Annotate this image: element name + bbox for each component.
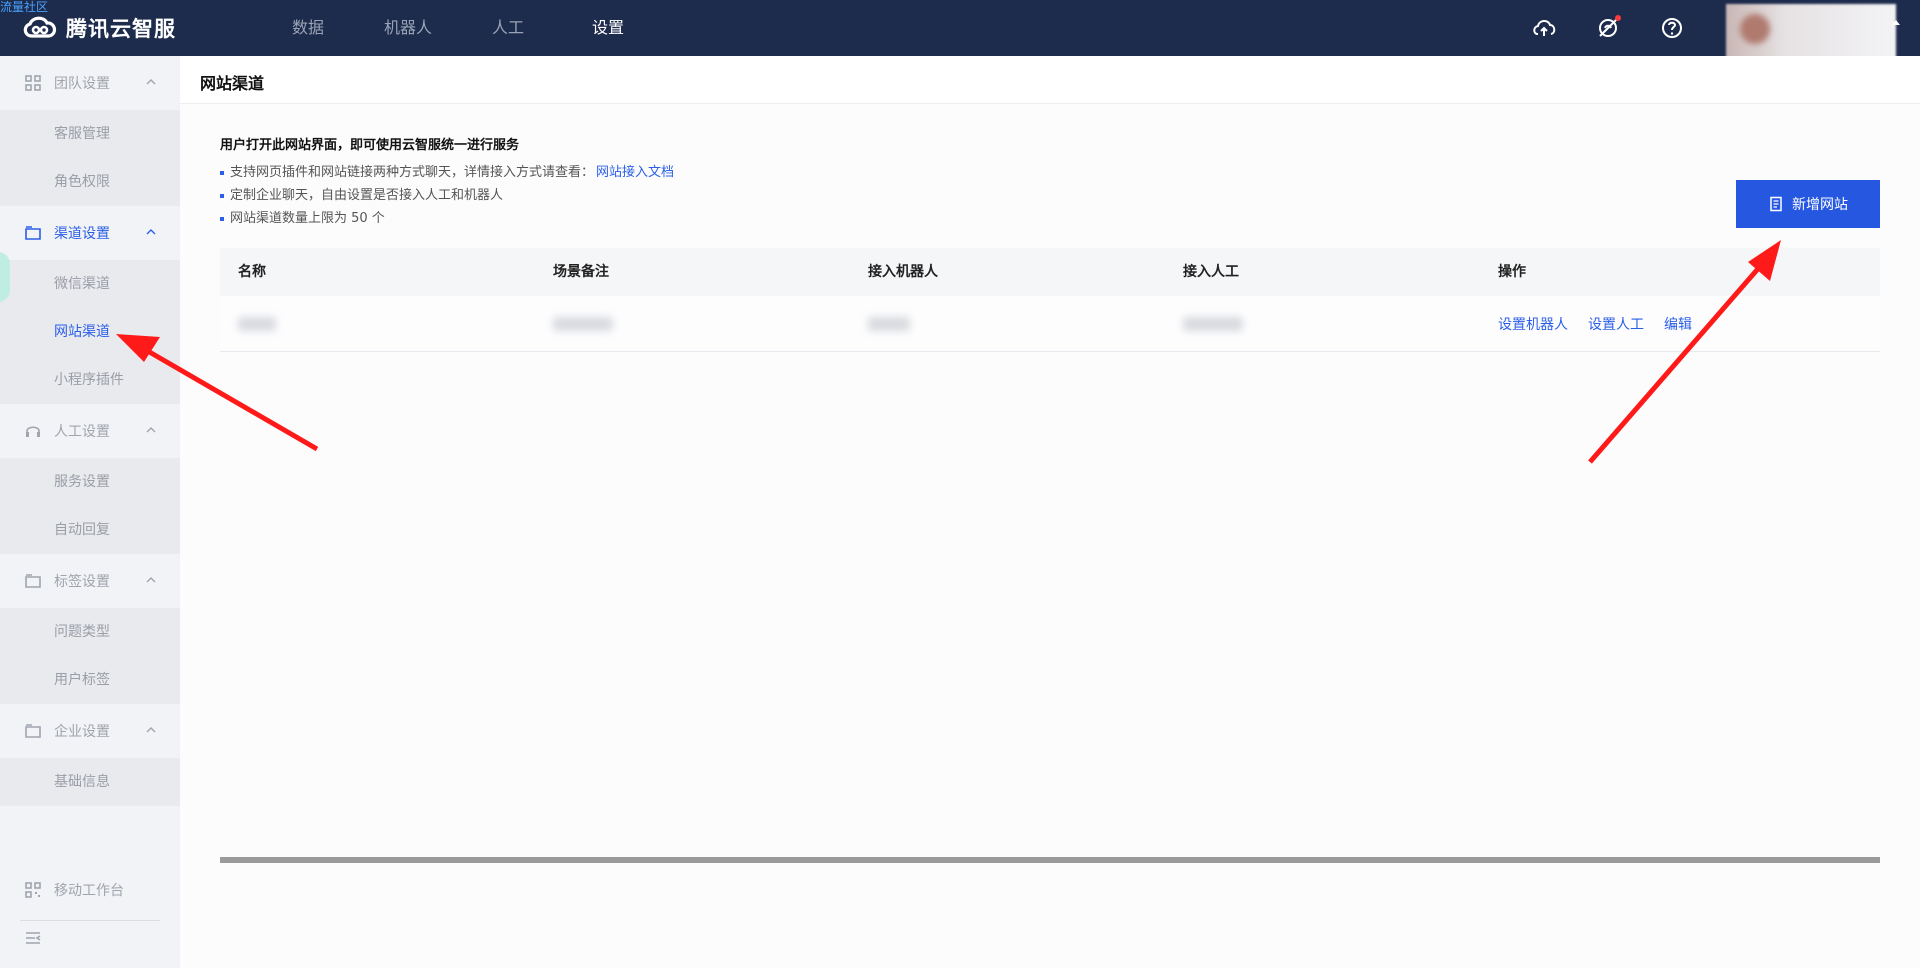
channel-description: 用户打开此网站界面，即可使用云智服统一进行服务 支持网页插件和网站链接两种方式聊… (220, 134, 674, 230)
cell-robot (850, 296, 1165, 351)
document-icon (1770, 196, 1782, 212)
table-header: 名称 场景备注 接入机器人 接入人工 操作 (220, 248, 1880, 296)
user-menu-caret[interactable] (1892, 20, 1900, 25)
qr-code-icon (25, 882, 41, 898)
chevron-up-icon (146, 727, 156, 733)
sidebar-bottom: 移动工作台 (0, 866, 180, 962)
table-row: 设置机器人 设置人工 编辑 (220, 296, 1880, 352)
cell-actions: 设置机器人 设置人工 编辑 (1480, 296, 1880, 351)
column-header-name: 名称 (238, 264, 266, 280)
sidebar-item-issue-types[interactable]: 问题类型 (0, 608, 180, 656)
sidebar-item-wechat[interactable]: 微信渠道 (0, 260, 180, 308)
sidebar-item-agents[interactable]: 客服管理 (0, 110, 180, 158)
watermark-text: 流量社区 (0, 0, 49, 14)
sidebar-group-team[interactable]: 团队设置 (0, 56, 180, 110)
top-icons (1530, 14, 1722, 42)
nav-data[interactable]: 数据 (258, 0, 358, 56)
sidebar-item-service[interactable]: 服务设置 (0, 458, 180, 506)
logo-icon (23, 16, 57, 38)
edit-link[interactable]: 编辑 (1664, 314, 1692, 334)
sidebar-divider (20, 920, 160, 921)
sidebar-item-miniprogram[interactable]: 小程序插件 (0, 356, 180, 404)
sidebar-sub-channels: 微信渠道 网站渠道 小程序插件 (0, 260, 180, 404)
cell-scene-note (535, 296, 850, 351)
bullet (220, 193, 224, 198)
cloud-upload-icon[interactable] (1530, 14, 1558, 42)
headset-icon (24, 422, 42, 440)
add-website-label: 新增网站 (1792, 197, 1848, 213)
top-bar: 腾讯云智服 流量社区 数据 机器人 人工 设置 (0, 0, 1920, 76)
chevron-up-icon (146, 79, 156, 85)
bullet (220, 170, 224, 175)
top-nav: 数据 机器人 人工 设置 (258, 0, 658, 56)
redacted-value (238, 316, 276, 331)
sidebar-group-human[interactable]: 人工设置 (0, 404, 180, 458)
sidebar-sub-tags: 问题类型 用户标签 (0, 608, 180, 704)
nav-robot[interactable]: 机器人 (358, 0, 458, 56)
nav-human[interactable]: 人工 (458, 0, 558, 56)
description-text: 支持网页插件和网站链接两种方式聊天，详情接入方式请查看： (230, 165, 595, 180)
sidebar-item-roles[interactable]: 角色权限 (0, 158, 180, 206)
sidebar-group-channels[interactable]: 渠道设置 (0, 206, 180, 260)
unread-dot (1615, 15, 1621, 21)
cell-human (1165, 296, 1480, 351)
set-robot-link[interactable]: 设置机器人 (1498, 314, 1568, 334)
description-line: 定制企业聊天，自由设置是否接入人工和机器人 (220, 184, 674, 207)
redacted-value (553, 316, 613, 331)
redacted-value (1183, 316, 1243, 331)
sidebar-group-label: 企业设置 (54, 724, 110, 740)
website-integration-doc-link[interactable]: 网站接入文档 (596, 161, 674, 184)
brand-name: 腾讯云智服 (66, 17, 176, 41)
page-header: 网站渠道 (180, 56, 1920, 104)
cell-name (220, 296, 535, 351)
logo[interactable]: 腾讯云智服 (20, 12, 176, 44)
folder-icon (24, 722, 42, 740)
sidebar-sub-team: 客服管理 角色权限 (0, 110, 180, 206)
website-channel-table: 名称 场景备注 接入机器人 接入人工 操作 设置机器人 设置人工 编辑 (220, 248, 1880, 352)
sidebar-group-label: 标签设置 (54, 574, 110, 590)
sidebar-group-tags[interactable]: 标签设置 (0, 554, 180, 608)
chevron-up-icon (146, 577, 156, 583)
sidebar-group-label: 人工设置 (54, 424, 110, 440)
sidebar-group-enterprise[interactable]: 企业设置 (0, 704, 180, 758)
add-website-button[interactable]: 新增网站 (1736, 180, 1880, 228)
set-human-link[interactable]: 设置人工 (1588, 314, 1644, 334)
page-title: 网站渠道 (200, 74, 265, 93)
sidebar-group-label: 渠道设置 (54, 226, 110, 242)
description-line: 网站渠道数量上限为 50 个 (220, 207, 674, 230)
description-text: 网站渠道数量上限为 50 个 (230, 211, 385, 226)
avatar (1740, 14, 1770, 44)
column-header-scene-note: 场景备注 (553, 264, 609, 280)
sidebar-item-basic-info[interactable]: 基础信息 (0, 758, 180, 806)
description-line: 支持网页插件和网站链接两种方式聊天，详情接入方式请查看： 网站接入文档 (220, 161, 674, 184)
sidebar-sub-human: 服务设置 自动回复 (0, 458, 180, 554)
collapse-sidebar-button[interactable] (0, 914, 180, 962)
notification-off-icon[interactable] (1594, 14, 1622, 42)
sidebar-item-website[interactable]: 网站渠道 (0, 308, 180, 356)
chevron-up-icon (146, 229, 156, 235)
nav-settings[interactable]: 设置 (558, 0, 658, 56)
column-header-robot: 接入机器人 (868, 264, 938, 280)
chevron-up-icon (146, 427, 156, 433)
column-header-human: 接入人工 (1183, 264, 1239, 280)
description-text: 定制企业聊天，自由设置是否接入人工和机器人 (230, 188, 504, 203)
collapse-menu-icon (26, 932, 41, 944)
mobile-workbench-link[interactable]: 移动工作台 (0, 866, 180, 914)
mobile-workbench-label: 移动工作台 (54, 883, 124, 899)
sidebar-group-label: 团队设置 (54, 76, 110, 92)
horizontal-scrollbar[interactable] (220, 857, 1880, 863)
sidebar-sub-enterprise: 基础信息 (0, 758, 180, 806)
bullet (220, 216, 224, 221)
sidebar-item-user-tags[interactable]: 用户标签 (0, 656, 180, 704)
column-header-actions: 操作 (1498, 264, 1526, 280)
folder-icon (24, 572, 42, 590)
folder-icon (24, 224, 42, 242)
help-icon[interactable] (1658, 14, 1686, 42)
sidebar: 团队设置 客服管理 角色权限 渠道设置 微信渠道 网站渠道 小程序插件 人工设置… (0, 56, 180, 968)
description-heading: 用户打开此网站界面，即可使用云智服统一进行服务 (220, 138, 520, 153)
redacted-value (868, 316, 910, 331)
grid-icon (24, 74, 42, 92)
sidebar-item-autoreply[interactable]: 自动回复 (0, 506, 180, 554)
